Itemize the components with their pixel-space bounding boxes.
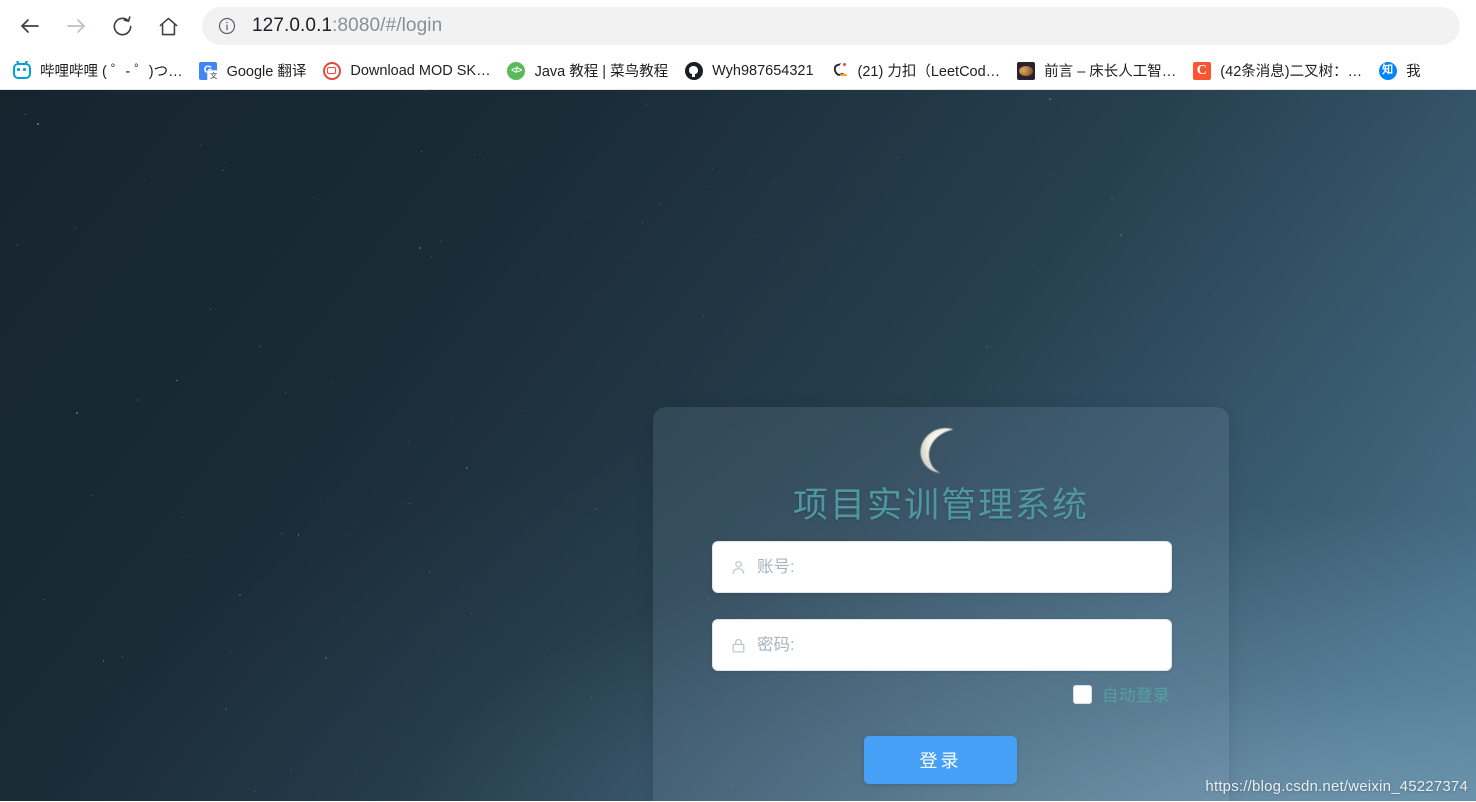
forward-arrow-icon: [67, 19, 85, 33]
bookmark-bilibili[interactable]: 哔哩哔哩 ( ゜- ゜)つ…: [4, 56, 191, 86]
back-arrow-icon: [21, 19, 39, 33]
crescent-moon-icon: [920, 428, 954, 473]
page-title: 项目实训管理系统: [792, 486, 1089, 525]
bookmark-label: Google 翻译: [226, 64, 307, 80]
brain-icon: [1016, 61, 1035, 80]
bookmark-label: (42条消息)二叉树：…: [1220, 64, 1363, 80]
username-field[interactable]: [712, 541, 1172, 593]
bookmark-zhihu[interactable]: 知 我: [1370, 56, 1429, 86]
csdn-icon: C: [1192, 61, 1211, 80]
login-card: 项目实训管理系统 自动登录 登录: [653, 407, 1229, 801]
reload-button[interactable]: [102, 6, 142, 46]
auto-login-label: 自动登录: [1102, 687, 1170, 705]
bookmark-github[interactable]: Wyh987654321: [676, 56, 821, 86]
bookmarks-bar: 哔哩哔哩 ( ゜- ゜)つ… G Google 翻译 Download MOD …: [0, 52, 1476, 90]
watermark-text: https://blog.csdn.net/weixin_45227374: [1205, 778, 1468, 795]
google-translate-icon: G: [199, 61, 218, 80]
auto-login-checkbox[interactable]: [1073, 684, 1092, 704]
url-host: 127.0.0.1: [252, 15, 333, 36]
user-icon: [729, 558, 747, 576]
bookmark-label: Java 教程 | 菜鸟教程: [534, 64, 669, 80]
bookmark-label: Download MOD SK…: [350, 62, 491, 79]
browser-chrome: 127.0.0.1:8080/#/login 哔哩哔哩 ( ゜- ゜)つ… G …: [0, 0, 1476, 90]
bilibili-icon: [12, 61, 31, 80]
zhihu-icon: 知: [1378, 61, 1397, 80]
bookmark-java-runoob[interactable]: </> Java 教程 | 菜鸟教程: [499, 56, 676, 86]
bookmark-csdn-binarytree[interactable]: C (42条消息)二叉树：…: [1184, 56, 1370, 86]
info-circle-icon[interactable]: [216, 15, 238, 37]
reload-icon: [113, 15, 131, 35]
back-button[interactable]: [10, 6, 50, 46]
forward-button[interactable]: [56, 6, 96, 46]
bookmark-leetcode[interactable]: (21) 力扣（LeetCod…: [822, 56, 1009, 86]
password-field[interactable]: [712, 619, 1172, 671]
bookmark-google-translate[interactable]: G Google 翻译: [191, 56, 315, 86]
github-icon: [684, 61, 703, 80]
login-button[interactable]: 登录: [864, 736, 1017, 784]
bookmark-label: 哔哩哔哩 ( ゜- ゜)つ…: [40, 64, 183, 80]
bookmark-label: (21) 力扣（LeetCod…: [857, 64, 1001, 80]
runoob-icon: </>: [507, 61, 526, 80]
url-path: :8080/#/login: [332, 15, 443, 36]
bookmark-ai-preface[interactable]: 前言 – 床长人工智…: [1008, 56, 1184, 86]
home-button[interactable]: [148, 6, 188, 46]
modsk-icon: [322, 61, 341, 80]
password-input[interactable]: [757, 635, 1155, 655]
bookmark-download-mod-sk[interactable]: Download MOD SK…: [314, 56, 498, 86]
bookmark-label: Wyh987654321: [712, 62, 814, 79]
bookmark-label: 前言 – 床长人工智…: [1044, 64, 1177, 80]
address-bar[interactable]: 127.0.0.1:8080/#/login: [202, 7, 1460, 45]
page-viewport: 项目实训管理系统 自动登录 登录 http: [0, 90, 1476, 801]
lock-icon: [729, 636, 747, 654]
home-icon: [159, 17, 177, 35]
browser-toolbar: 127.0.0.1:8080/#/login: [0, 0, 1476, 52]
bookmark-label: 我: [1406, 64, 1421, 80]
url-text: 127.0.0.1:8080/#/login: [252, 15, 442, 37]
auto-login-row[interactable]: 自动登录: [1073, 682, 1170, 706]
username-input[interactable]: [757, 557, 1155, 577]
leetcode-icon: [830, 61, 849, 80]
